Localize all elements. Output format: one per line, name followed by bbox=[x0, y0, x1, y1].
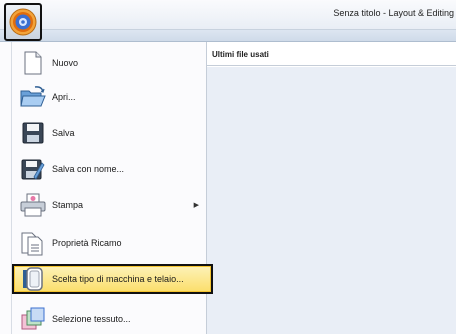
application-menu: Nuovo Apri... Salva Salva con nome... St… bbox=[0, 42, 456, 334]
recent-files-header: Ultimi file usati bbox=[207, 42, 456, 66]
menu-command-list: Nuovo Apri... Salva Salva con nome... St… bbox=[0, 42, 213, 334]
app-logo-icon bbox=[9, 8, 37, 36]
ribbon-tab-strip bbox=[0, 30, 456, 42]
menu-item-label: Apri... bbox=[52, 92, 76, 102]
properties-document-icon bbox=[20, 230, 46, 256]
recent-files-list bbox=[207, 67, 456, 334]
title-bar: Senza titolo - Layout & Editing bbox=[0, 0, 456, 30]
printer-icon bbox=[20, 192, 46, 218]
menu-item-save[interactable]: Salva bbox=[14, 118, 207, 148]
submenu-arrow-icon: ▶ bbox=[193, 202, 199, 209]
menu-item-new[interactable]: Nuovo bbox=[14, 48, 207, 78]
save-as-icon bbox=[20, 156, 46, 182]
save-disk-icon bbox=[20, 120, 46, 146]
application-button[interactable] bbox=[4, 3, 42, 41]
window-title: Senza titolo - Layout & Editing bbox=[333, 8, 454, 18]
menu-item-label: Salva bbox=[52, 128, 75, 138]
menu-item-embroidery-properties[interactable]: Proprietà Ricamo bbox=[14, 228, 207, 258]
menu-item-machine-hoop[interactable]: Scelta tipo di macchina e telaio... bbox=[12, 264, 213, 294]
menu-item-label: Stampa bbox=[52, 200, 84, 210]
menu-item-label: Selezione tessuto... bbox=[52, 314, 131, 324]
fabric-select-icon bbox=[20, 306, 46, 332]
menu-item-label: Salva con nome... bbox=[52, 164, 125, 174]
menu-item-label: Proprietà Ricamo bbox=[52, 238, 122, 248]
menu-item-save-as[interactable]: Salva con nome... bbox=[14, 154, 207, 184]
menu-item-label: Nuovo bbox=[52, 58, 79, 68]
menu-item-open[interactable]: Apri... bbox=[14, 82, 207, 112]
hoop-frame-icon bbox=[20, 266, 46, 292]
open-folder-icon bbox=[20, 84, 46, 110]
menu-item-label: Scelta tipo di macchina e telaio... bbox=[52, 274, 184, 284]
new-file-icon bbox=[20, 50, 46, 76]
menu-item-fabric-selection[interactable]: Selezione tessuto... bbox=[14, 304, 207, 334]
menu-item-print[interactable]: Stampa ▶ bbox=[14, 190, 207, 220]
